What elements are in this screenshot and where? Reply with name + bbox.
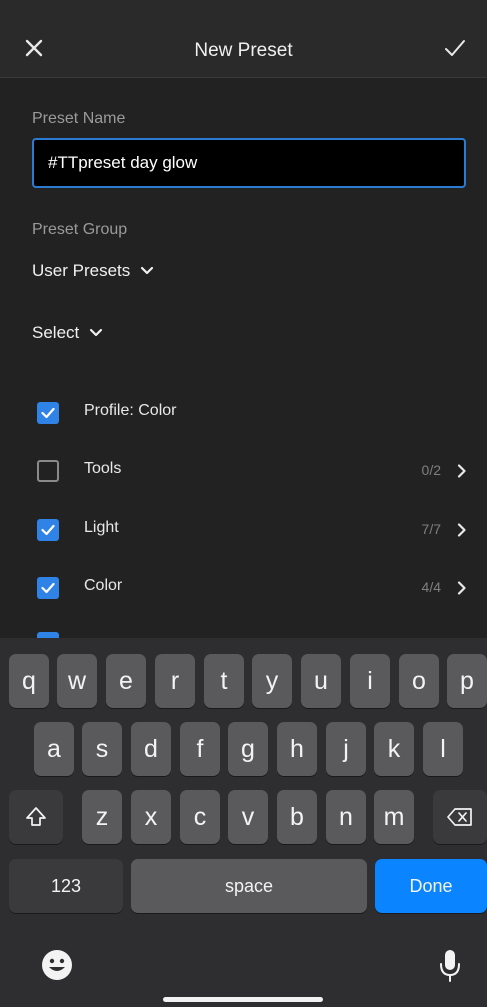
chevron-down-icon	[90, 328, 103, 337]
space-key[interactable]: space	[131, 859, 367, 913]
setting-count: 7/7	[421, 521, 441, 537]
key-q[interactable]: q	[9, 654, 49, 708]
key-u[interactable]: u	[301, 654, 341, 708]
confirm-check-icon[interactable]	[443, 36, 467, 60]
checkbox[interactable]	[37, 519, 59, 541]
key-c[interactable]: c	[180, 790, 220, 844]
setting-row-profile[interactable]: Profile: Color	[0, 394, 487, 434]
checkbox[interactable]	[37, 402, 59, 424]
shift-key[interactable]	[9, 790, 63, 844]
key-y[interactable]: y	[252, 654, 292, 708]
setting-label: Color	[84, 577, 123, 594]
preset-name-input[interactable]	[32, 138, 466, 188]
shift-icon	[26, 807, 46, 826]
key-m[interactable]: m	[374, 790, 414, 844]
numbers-key[interactable]: 123	[9, 859, 123, 913]
onscreen-keyboard: q w e r t y u i o p a s d f g h j k l z …	[0, 638, 487, 1007]
key-r[interactable]: r	[155, 654, 195, 708]
key-o[interactable]: o	[399, 654, 439, 708]
key-e[interactable]: e	[106, 654, 146, 708]
select-dropdown[interactable]: Select	[32, 323, 103, 343]
key-d[interactable]: d	[131, 722, 171, 776]
chevron-right-icon[interactable]	[457, 464, 467, 478]
chevron-down-icon	[141, 266, 154, 275]
setting-label: Tools	[84, 460, 122, 477]
key-v[interactable]: v	[228, 790, 268, 844]
key-j[interactable]: j	[326, 722, 366, 776]
key-i[interactable]: i	[350, 654, 390, 708]
chevron-right-icon[interactable]	[457, 581, 467, 595]
top-bar: New Preset	[0, 0, 487, 78]
key-w[interactable]: w	[57, 654, 97, 708]
checkbox[interactable]	[37, 460, 59, 482]
check-icon	[41, 524, 55, 536]
key-a[interactable]: a	[34, 722, 74, 776]
checkbox[interactable]	[37, 577, 59, 599]
page-title: New Preset	[194, 40, 293, 61]
microphone-icon[interactable]	[438, 948, 462, 984]
check-icon	[41, 582, 55, 594]
setting-row-tools[interactable]: Tools 0/2	[0, 452, 487, 492]
setting-count: 0/2	[421, 462, 441, 478]
setting-row-light[interactable]: Light 7/7	[0, 511, 487, 551]
setting-row-color[interactable]: Color 4/4	[0, 569, 487, 609]
home-indicator[interactable]	[163, 997, 323, 1002]
emoji-icon[interactable]	[40, 948, 74, 982]
key-x[interactable]: x	[131, 790, 171, 844]
preset-group-value: User Presets	[32, 261, 131, 280]
key-k[interactable]: k	[374, 722, 414, 776]
check-icon	[41, 407, 55, 419]
preset-name-label: Preset Name	[32, 110, 126, 127]
setting-count: 4/4	[421, 579, 441, 595]
key-b[interactable]: b	[277, 790, 317, 844]
setting-label: Light	[84, 519, 119, 536]
key-g[interactable]: g	[228, 722, 268, 776]
key-n[interactable]: n	[326, 790, 366, 844]
key-h[interactable]: h	[277, 722, 317, 776]
select-label: Select	[32, 323, 80, 342]
backspace-icon	[447, 808, 472, 826]
chevron-right-icon[interactable]	[457, 523, 467, 537]
key-z[interactable]: z	[82, 790, 122, 844]
key-p[interactable]: p	[447, 654, 487, 708]
key-l[interactable]: l	[423, 722, 463, 776]
preset-group-dropdown[interactable]: User Presets	[32, 261, 154, 281]
key-s[interactable]: s	[82, 722, 122, 776]
setting-label: Profile: Color	[84, 402, 177, 419]
key-t[interactable]: t	[204, 654, 244, 708]
preset-group-label: Preset Group	[32, 221, 128, 238]
done-key[interactable]: Done	[375, 859, 487, 913]
backspace-key[interactable]	[433, 790, 487, 844]
key-f[interactable]: f	[180, 722, 220, 776]
